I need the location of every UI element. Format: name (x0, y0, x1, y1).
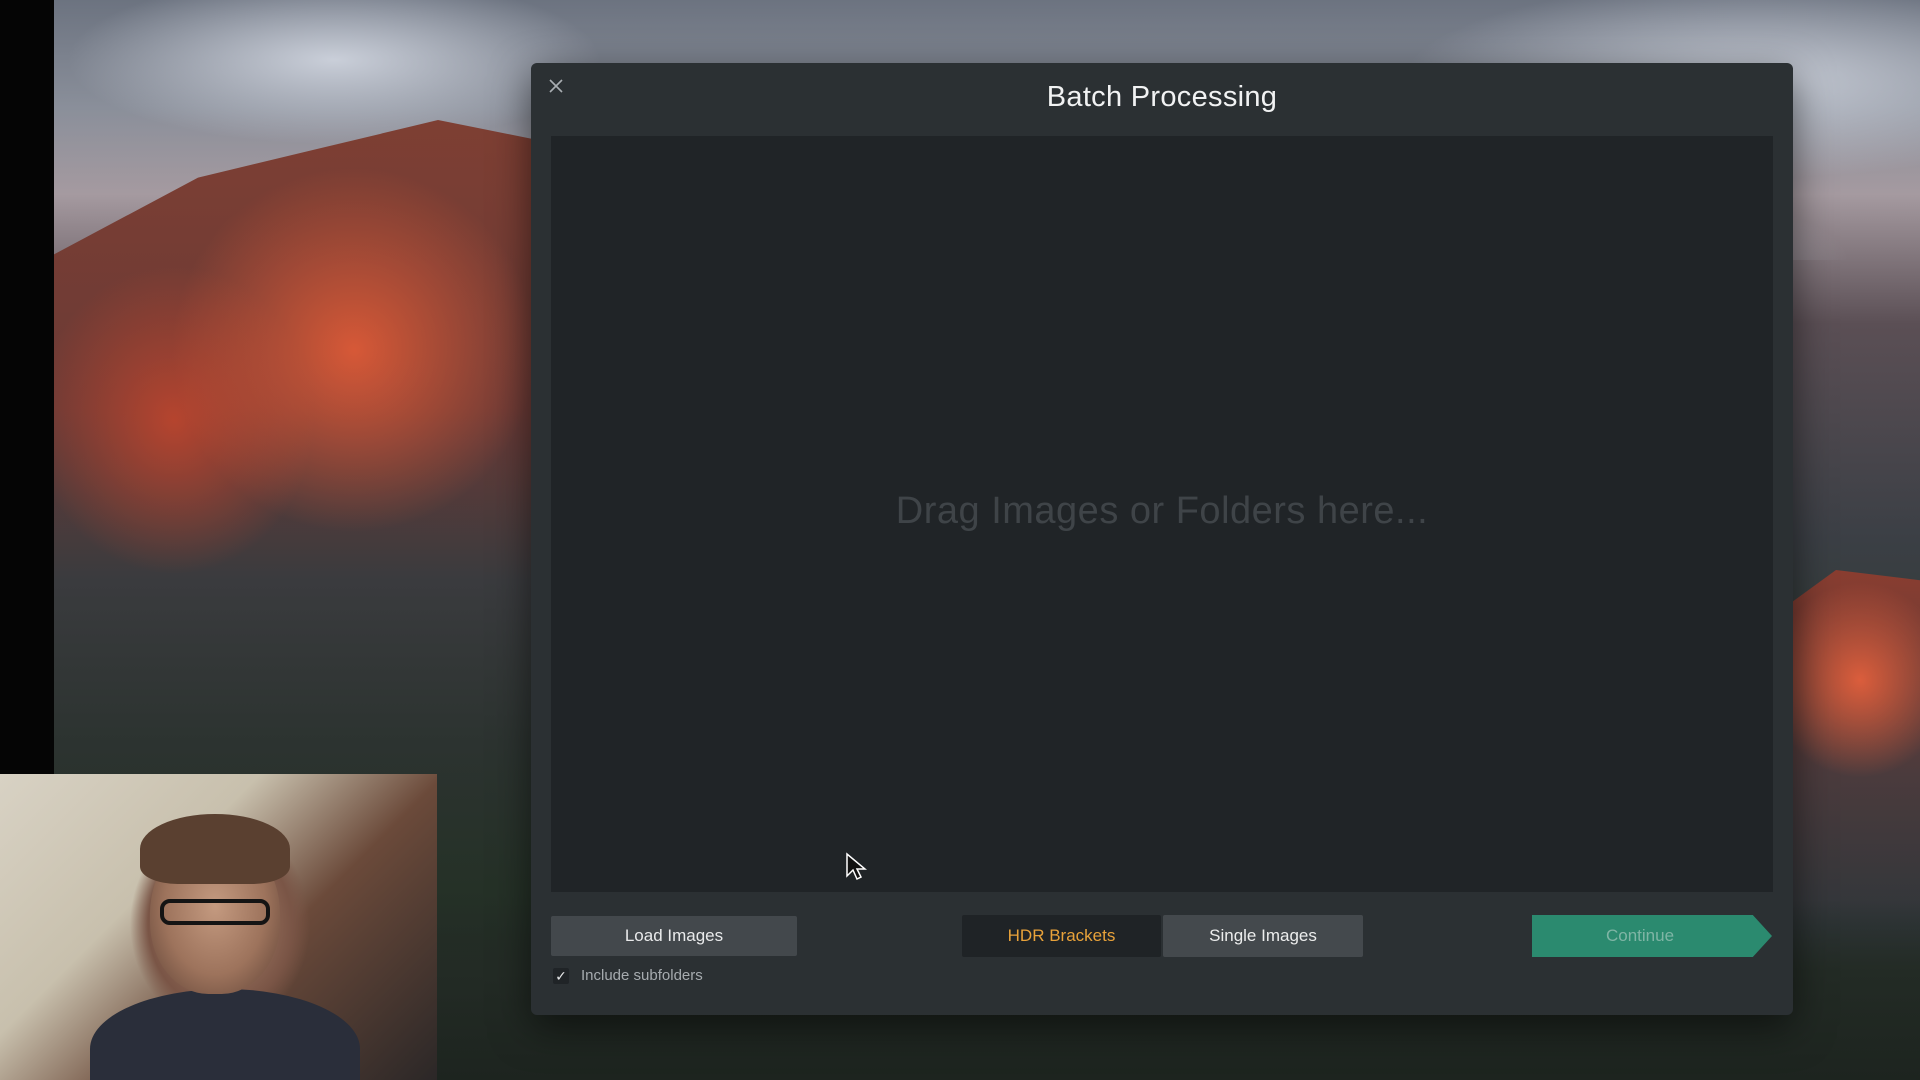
webcam-person-body (90, 989, 360, 1080)
drop-hint-text: Drag Images or Folders here... (895, 489, 1429, 532)
webcam-overlay (0, 774, 437, 1080)
include-subfolders-label: Include subfolders (581, 967, 703, 984)
checkmark-icon: ✓ (555, 967, 567, 984)
webcam-person-hair (140, 814, 290, 884)
webcam-person-glasses (160, 899, 270, 925)
continue-button-label: Continue (1605, 926, 1675, 945)
hdr-brackets-segment[interactable]: HDR Brackets (962, 915, 1161, 957)
dialog-title: Batch Processing (1046, 81, 1278, 113)
continue-button[interactable]: Continue (1532, 915, 1772, 957)
load-images-button[interactable]: Load Images (551, 916, 797, 956)
batch-processing-dialog: Batch Processing Drag Images or Folders … (531, 63, 1793, 1015)
image-drop-zone[interactable]: Drag Images or Folders here... (551, 136, 1773, 892)
include-subfolders-option[interactable]: ✓ Include subfolders (553, 967, 703, 984)
include-subfolders-checkbox[interactable]: ✓ (553, 967, 569, 984)
single-images-segment[interactable]: Single Images (1163, 915, 1363, 957)
